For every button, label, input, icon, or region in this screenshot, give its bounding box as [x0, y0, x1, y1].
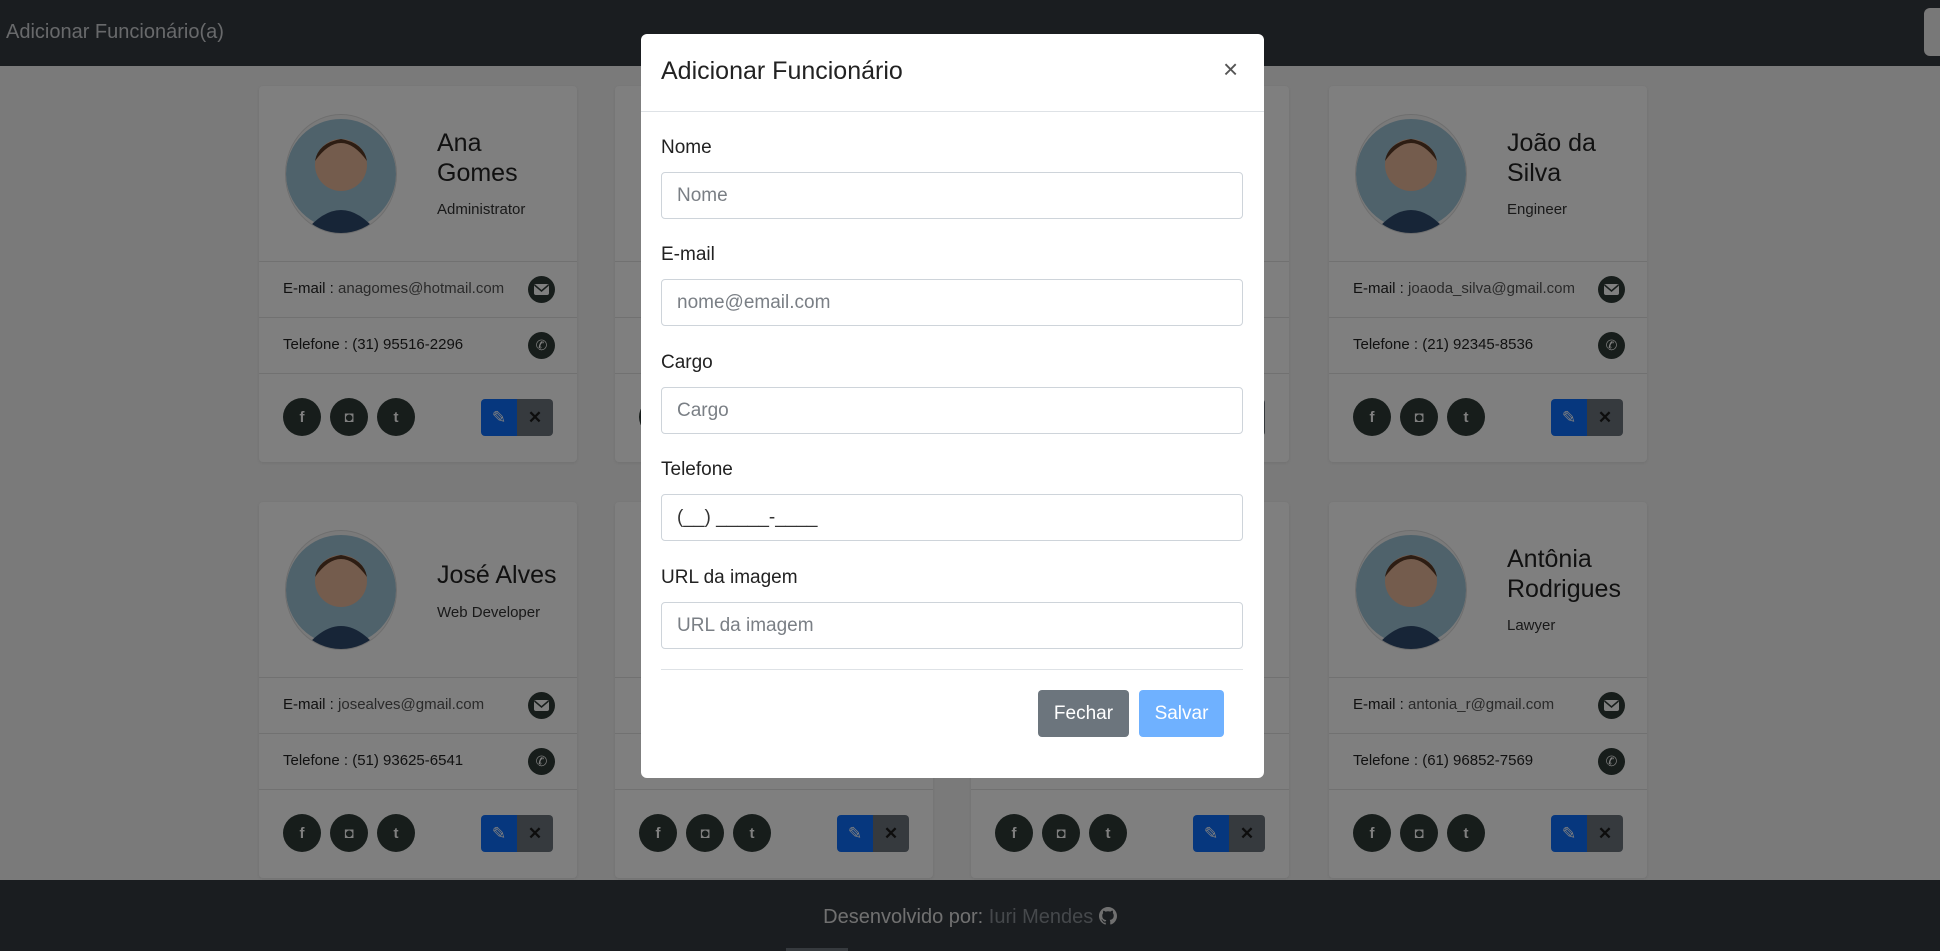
add-employee-modal: Adicionar Funcionário × Nome E-mail Carg… — [641, 34, 1264, 778]
role-input[interactable] — [661, 387, 1243, 434]
email-input[interactable] — [661, 279, 1243, 326]
role-label: Cargo — [661, 352, 713, 373]
save-button[interactable]: Salvar — [1139, 690, 1224, 737]
image-url-label: URL da imagem — [661, 567, 798, 588]
modal-footer-divider — [661, 669, 1243, 670]
close-button[interactable]: Fechar — [1038, 690, 1129, 737]
close-icon[interactable]: × — [1223, 54, 1238, 85]
name-label: Nome — [661, 137, 712, 158]
modal-title: Adicionar Funcionário — [661, 57, 903, 85]
modal-header-divider — [641, 111, 1264, 112]
phone-label: Telefone — [661, 459, 733, 480]
phone-input[interactable] — [661, 494, 1243, 541]
image-url-input[interactable] — [661, 602, 1243, 649]
name-input[interactable] — [661, 172, 1243, 219]
email-label: E-mail — [661, 244, 715, 265]
